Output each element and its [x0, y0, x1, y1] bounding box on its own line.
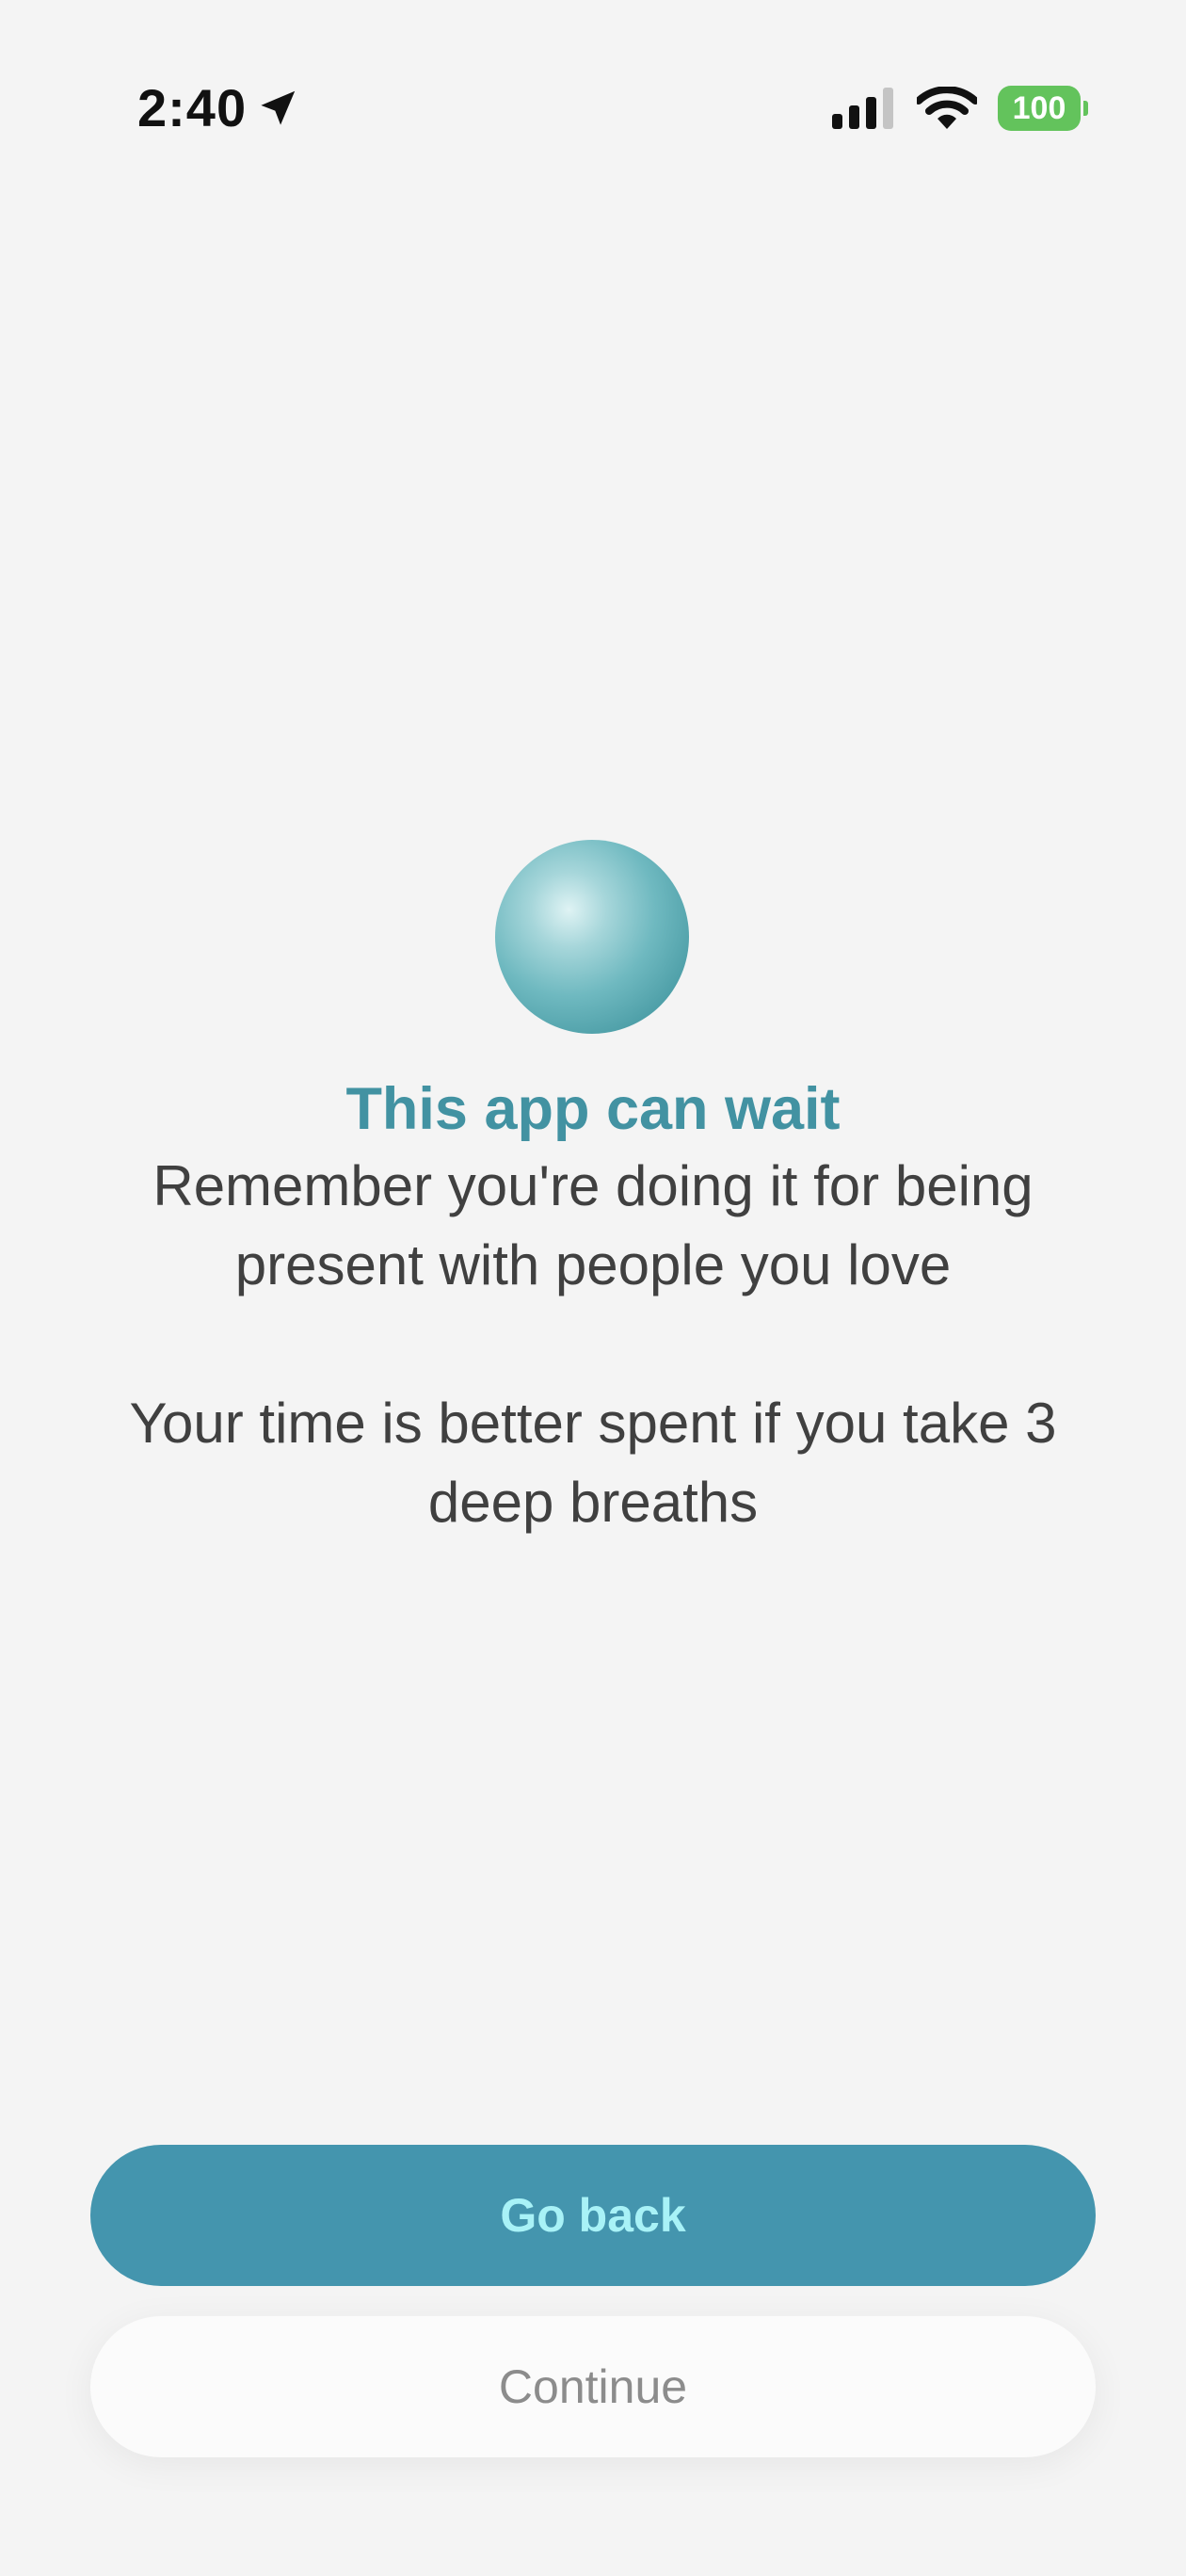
battery-icon: 100 — [998, 86, 1088, 131]
battery-cap — [1083, 101, 1088, 116]
breathing-orb-icon — [495, 840, 689, 1034]
continue-button[interactable]: Continue — [90, 2316, 1096, 2457]
location-arrow-icon — [261, 90, 296, 125]
cellular-signal-icon — [832, 88, 893, 129]
reminder-message: Remember you're doing it for being prese… — [152, 1154, 1034, 1296]
battery-level: 100 — [998, 86, 1081, 131]
status-bar: 2:40 100 — [0, 0, 1186, 217]
page-title: This app can wait — [345, 1076, 841, 1142]
status-time-group: 2:40 — [137, 77, 299, 139]
go-back-button[interactable]: Go back — [90, 2145, 1096, 2286]
status-indicators: 100 — [832, 83, 1088, 134]
wifi-icon — [917, 87, 977, 129]
breathing-suggestion-message: Your time is better spent if you take 3 … — [129, 1392, 1057, 1534]
status-time: 2:40 — [137, 78, 248, 137]
